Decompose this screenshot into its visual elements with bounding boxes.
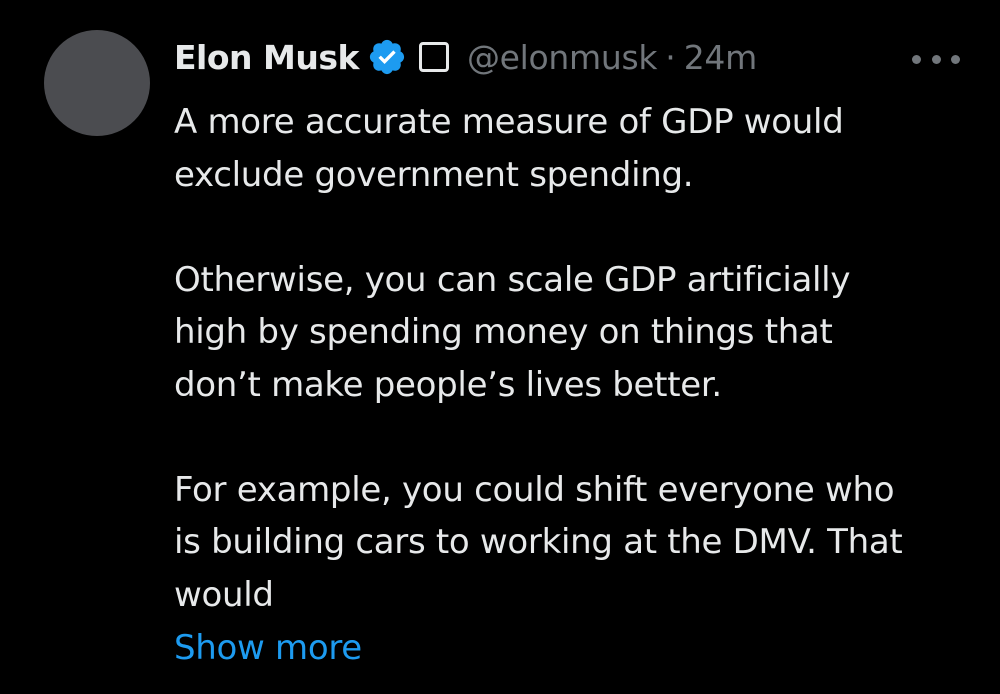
more-dot (912, 54, 921, 64)
tweet-paragraph: A more accurate measure of GDP would exc… (174, 102, 844, 195)
tweet-paragraph: For example, you could shift everyone wh… (174, 469, 903, 615)
more-horizontal-icon[interactable] (912, 44, 960, 74)
tweet-paragraph: Otherwise, you can scale GDP artificiall… (174, 259, 851, 405)
author-name[interactable]: Elon Musk (174, 38, 359, 77)
tweet-card[interactable]: Elon Musk @elonmusk · 24m A more accurat… (0, 0, 1000, 694)
avatar[interactable] (44, 30, 150, 136)
tweet-timestamp[interactable]: 24m (684, 38, 758, 77)
tweet-text: A more accurate measure of GDP would exc… (174, 96, 974, 621)
more-dot (931, 54, 941, 64)
header-separator: · (665, 37, 676, 77)
affiliate-square-icon[interactable] (418, 42, 449, 72)
author-handle[interactable]: @elonmusk (467, 38, 658, 77)
show-more-link[interactable]: Show more (174, 622, 362, 674)
tweet-header: Elon Musk @elonmusk · 24m (174, 34, 757, 80)
more-dot (951, 54, 960, 64)
verified-badge-icon[interactable] (367, 37, 407, 77)
